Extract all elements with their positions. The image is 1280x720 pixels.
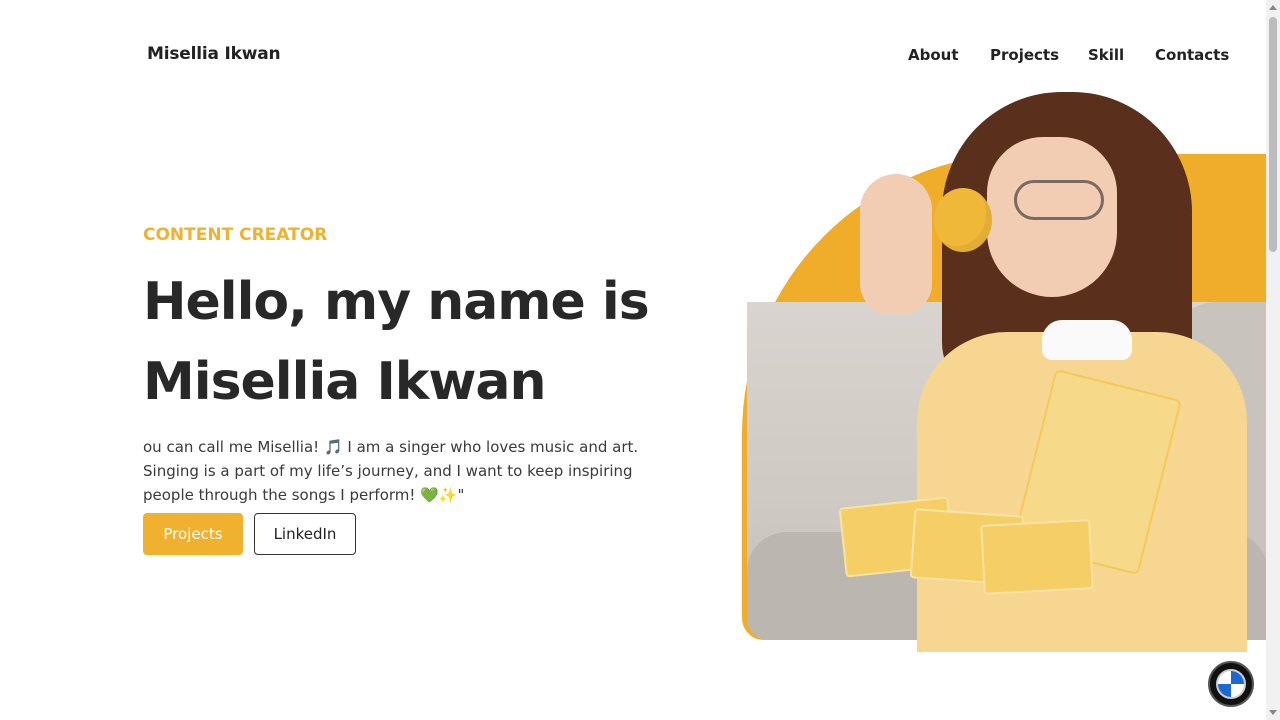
intro-text-end: " bbox=[457, 486, 465, 504]
nav-projects[interactable]: Projects bbox=[990, 46, 1059, 64]
role-label: CONTENT CREATOR bbox=[143, 225, 328, 245]
page-scrollbar[interactable] bbox=[1266, 0, 1280, 720]
projects-button[interactable]: Projects bbox=[143, 513, 243, 555]
music-note-icon: 🎵 bbox=[323, 438, 343, 456]
top-nav: About Projects Skill Contacts bbox=[0, 46, 1229, 68]
intro-text-1: ou can call me Misellia! bbox=[143, 438, 324, 456]
page: Misellia Ikwan About Projects Skill Cont… bbox=[0, 0, 1280, 720]
scroll-down-arrow-icon[interactable] bbox=[1269, 710, 1277, 715]
face-mask-sachets bbox=[838, 496, 1094, 612]
roundel-quadrant bbox=[1218, 684, 1231, 697]
green-heart-icon: 💚 bbox=[420, 486, 439, 504]
person-collar bbox=[1042, 320, 1132, 360]
sparkles-icon: ✨ bbox=[438, 486, 458, 504]
hero-photo bbox=[742, 92, 1268, 652]
nav-contacts[interactable]: Contacts bbox=[1155, 46, 1229, 64]
bmw-roundel bbox=[1216, 669, 1246, 699]
nav-about[interactable]: About bbox=[908, 46, 959, 64]
headline-line-1: Hello, my name is bbox=[143, 272, 650, 332]
person-hand bbox=[860, 174, 932, 314]
roundel-quadrant bbox=[1218, 671, 1231, 684]
intro-paragraph: ou can call me Misellia! 🎵 I am a singer… bbox=[143, 435, 653, 507]
scroll-thumb[interactable] bbox=[1269, 17, 1277, 252]
nav-skill[interactable]: Skill bbox=[1088, 46, 1124, 64]
scroll-up-arrow-icon[interactable] bbox=[1269, 5, 1277, 10]
linkedin-button[interactable]: LinkedIn bbox=[254, 513, 356, 555]
hero-headline: Hello, my name is Misellia Ikwan bbox=[143, 262, 703, 422]
headline-line-2: Misellia Ikwan bbox=[143, 352, 547, 412]
roundel-quadrant bbox=[1231, 671, 1244, 684]
roundel-quadrant bbox=[1231, 684, 1244, 697]
mask-sachet bbox=[980, 519, 1094, 595]
bmw-logo-icon[interactable] bbox=[1208, 661, 1254, 707]
lemon bbox=[934, 188, 992, 252]
glasses bbox=[1014, 180, 1104, 220]
